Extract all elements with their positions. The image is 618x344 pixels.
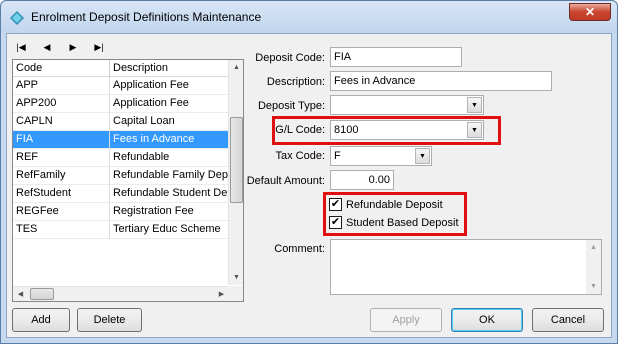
table-row[interactable]: CAPLN Capital Loan <box>13 113 229 131</box>
gl-code-value: 8100 <box>334 124 359 136</box>
cell-description: Fees in Advance <box>110 131 229 149</box>
deposit-code-field[interactable]: FIA <box>330 47 462 67</box>
table-row[interactable]: REGFee Registration Fee <box>13 203 229 221</box>
cell-description: Capital Loan <box>110 113 229 131</box>
scroll-down-icon[interactable]: ▼ <box>229 270 244 285</box>
table-row[interactable]: RefFamily Refundable Family Depo <box>13 167 229 185</box>
default-amount-label: Default Amount: <box>246 175 325 187</box>
comment-label: Comment: <box>274 243 325 255</box>
last-record-button[interactable]: ▶| <box>90 39 108 55</box>
title-bar[interactable]: Enrolment Deposit Definitions Maintenanc… <box>1 1 617 33</box>
table-row[interactable]: REF Refundable <box>13 149 229 167</box>
dialog-client-area: |◀ ◀ ▶ ▶| Code Description APP Applicati… <box>6 33 612 338</box>
close-button[interactable]: ✕ <box>569 3 611 21</box>
student-based-deposit-checkbox[interactable]: ✔ Student Based Deposit <box>329 215 459 231</box>
tax-code-dropdown[interactable]: F ▼ <box>330 146 432 166</box>
column-header-description[interactable]: Description <box>110 60 229 77</box>
checkbox-checked-icon[interactable]: ✔ <box>329 216 342 229</box>
column-header-code[interactable]: Code <box>13 60 110 77</box>
window-title: Enrolment Deposit Definitions Maintenanc… <box>31 10 262 24</box>
cell-description: Refundable Family Depo <box>110 167 229 185</box>
add-button[interactable]: Add <box>12 308 70 332</box>
comment-scrollbar[interactable]: ▲ ▼ <box>586 240 601 294</box>
app-icon <box>10 11 24 25</box>
scroll-right-icon[interactable]: ▶ <box>214 287 229 302</box>
scroll-up-icon[interactable]: ▲ <box>586 240 601 255</box>
student-based-deposit-label: Student Based Deposit <box>346 217 459 229</box>
refundable-deposit-checkbox[interactable]: ✔ Refundable Deposit <box>329 197 459 213</box>
scroll-down-icon[interactable]: ▼ <box>586 279 601 294</box>
previous-record-button[interactable]: ◀ <box>38 39 56 55</box>
horizontal-scroll-thumb[interactable] <box>30 288 54 300</box>
cell-code: APP <box>13 77 110 95</box>
cell-code: FIA <box>13 131 110 149</box>
cell-description: Refundable <box>110 149 229 167</box>
grid-horizontal-scrollbar[interactable]: ◀ ▶ <box>13 286 229 301</box>
cell-code: TES <box>13 221 110 239</box>
gl-code-dropdown[interactable]: 8100 ▼ <box>330 120 484 140</box>
table-row[interactable]: APP200 Application Fee <box>13 95 229 113</box>
chevron-down-icon[interactable]: ▼ <box>467 97 482 113</box>
deposit-code-label: Deposit Code: <box>255 52 325 64</box>
cell-code: REGFee <box>13 203 110 221</box>
cell-description: Tertiary Educ Scheme <box>110 221 229 239</box>
cell-code: APP200 <box>13 95 110 113</box>
cell-description: Application Fee <box>110 95 229 113</box>
tax-code-label: Tax Code: <box>275 150 325 162</box>
cell-code: RefStudent <box>13 185 110 203</box>
chevron-down-icon[interactable]: ▼ <box>467 122 482 138</box>
table-row[interactable]: APP Application Fee <box>13 77 229 95</box>
cell-description: Application Fee <box>110 77 229 95</box>
scrollbar-corner <box>228 286 243 301</box>
next-record-button[interactable]: ▶ <box>64 39 82 55</box>
dialog-window: Enrolment Deposit Definitions Maintenanc… <box>0 0 618 344</box>
table-row[interactable]: TES Tertiary Educ Scheme <box>13 221 229 239</box>
first-record-button[interactable]: |◀ <box>12 39 30 55</box>
cell-description: Registration Fee <box>110 203 229 221</box>
tax-code-value: F <box>334 150 341 162</box>
cell-code: REF <box>13 149 110 167</box>
cell-code: RefFamily <box>13 167 110 185</box>
comment-field[interactable]: ▲ ▼ <box>330 239 602 295</box>
cancel-button[interactable]: Cancel <box>532 308 604 332</box>
table-row-selected[interactable]: FIA Fees in Advance <box>13 131 229 149</box>
checkbox-checked-icon[interactable]: ✔ <box>329 198 342 211</box>
record-navigator: |◀ ◀ ▶ ▶| <box>12 39 112 55</box>
cell-description: Refundable Student De <box>110 185 229 203</box>
ok-button[interactable]: OK <box>451 308 523 332</box>
chevron-down-icon[interactable]: ▼ <box>415 148 430 164</box>
refundable-deposit-label: Refundable Deposit <box>346 199 443 211</box>
table-row[interactable]: RefStudent Refundable Student De <box>13 185 229 203</box>
deposit-type-label: Deposit Type: <box>257 100 325 112</box>
gl-code-label: G/L Code: <box>275 124 325 136</box>
apply-button[interactable]: Apply <box>370 308 442 332</box>
default-amount-field[interactable]: 0.00 <box>330 170 394 190</box>
scroll-left-icon[interactable]: ◀ <box>13 287 28 302</box>
grid-header: Code Description <box>13 60 229 77</box>
deposit-type-dropdown[interactable]: ▼ <box>330 95 484 115</box>
cell-code: CAPLN <box>13 113 110 131</box>
description-label: Description: <box>266 76 325 88</box>
deposit-grid[interactable]: Code Description APP Application Fee APP… <box>12 59 244 302</box>
description-field[interactable]: Fees in Advance <box>330 71 552 91</box>
delete-button[interactable]: Delete <box>77 308 142 332</box>
